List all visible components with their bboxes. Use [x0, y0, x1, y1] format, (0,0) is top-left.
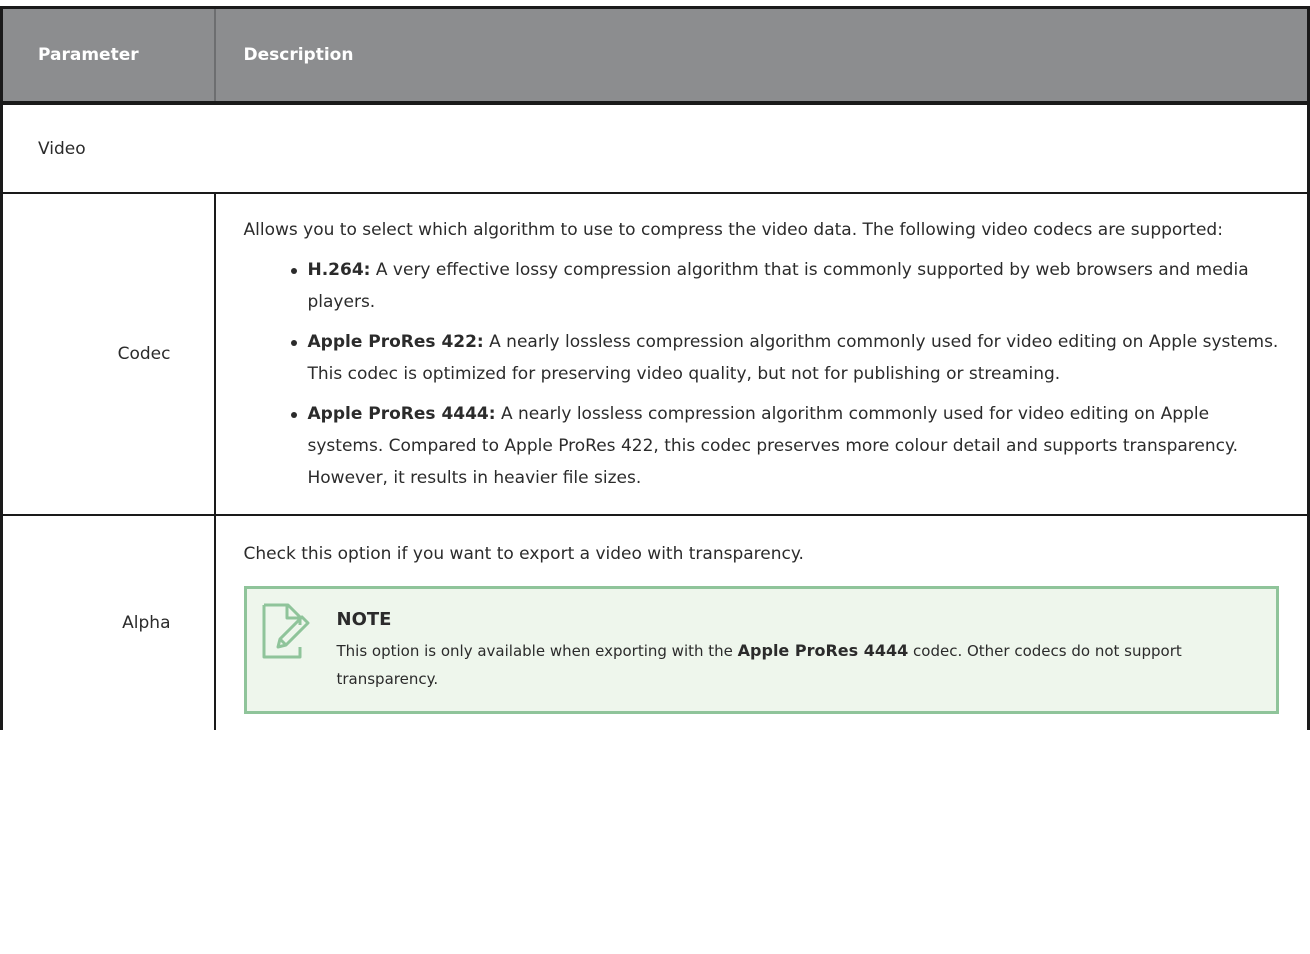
note-edit-icon: [262, 603, 309, 659]
note-box: NOTE This option is only available when …: [243, 586, 1279, 714]
note-bold-codec: Apple ProRes 4444: [737, 641, 909, 660]
list-item-prores-4444: Apple ProRes 4444: A nearly lossless com…: [290, 398, 1280, 494]
param-alpha: Alpha: [0, 514, 216, 730]
table-row-codec: Codec Allows you to select which algorit…: [0, 192, 1310, 516]
list-item-h264: H.264: A very effective lossy compressio…: [290, 254, 1280, 318]
header-description: Description: [213, 6, 1310, 105]
parameter-table: Parameter Description Video Codec Allows…: [0, 6, 1310, 730]
codec-term-prores-422: Apple ProRes 422:: [307, 332, 484, 352]
codec-term-h264: H.264:: [307, 260, 371, 280]
codec-list: H.264: A very effective lossy compressio…: [244, 254, 1280, 494]
note-title: NOTE: [336, 609, 392, 630]
desc-alpha: Check this option if you want to export …: [213, 514, 1310, 730]
header-parameter: Parameter: [0, 6, 216, 105]
codec-term-prores-4444: Apple ProRes 4444:: [307, 404, 496, 424]
table-row-alpha: Alpha Check this option if you want to e…: [0, 514, 1310, 730]
section-row: Video: [0, 102, 1310, 194]
note-content: NOTE This option is only available when …: [337, 605, 1257, 693]
note-text-before: This option is only available when expor…: [336, 642, 738, 660]
list-item-prores-422: Apple ProRes 422: A nearly lossless comp…: [290, 326, 1280, 390]
section-title-video: Video: [0, 102, 1310, 194]
note-body: This option is only available when expor…: [337, 637, 1257, 693]
alpha-description: Check this option if you want to export …: [243, 544, 804, 564]
param-codec: Codec: [0, 192, 216, 516]
codec-text-h264: A very effective lossy compression algor…: [307, 260, 1249, 312]
codec-description: Allows you to select which algorithm to …: [243, 220, 1223, 240]
table-header-row: Parameter Description: [0, 6, 1310, 105]
desc-codec: Allows you to select which algorithm to …: [213, 192, 1310, 516]
